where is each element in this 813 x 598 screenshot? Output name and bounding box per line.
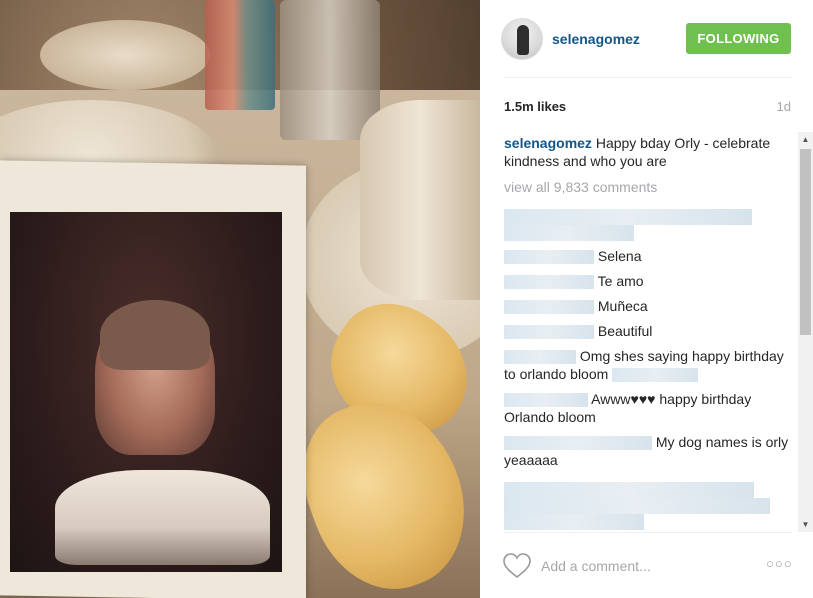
avatar-figure <box>517 25 529 55</box>
photo-glass <box>280 0 380 140</box>
scroll-up-arrow-icon[interactable]: ▲ <box>798 132 813 147</box>
blurred-username[interactable] <box>504 350 576 365</box>
list-item: Beautiful <box>504 322 652 340</box>
likes-count[interactable]: 1.5m likes <box>504 99 566 114</box>
username-link[interactable]: selenagomez <box>552 31 640 47</box>
scroll-down-arrow-icon[interactable]: ▼ <box>798 517 813 532</box>
view-all-comments-link[interactable]: view all 9,833 comments <box>504 178 798 196</box>
comment-text: Selena <box>597 248 642 264</box>
avatar[interactable] <box>501 18 543 60</box>
comments-list[interactable]: selenagomez Happy bday Orly - celebrate … <box>504 134 798 530</box>
post-panel: selenagomez FOLLOWING 1.5m likes 1d sele… <box>480 0 813 598</box>
post-header: selenagomez FOLLOWING <box>480 0 813 78</box>
following-button[interactable]: FOLLOWING <box>686 23 791 54</box>
blurred-text <box>504 225 634 242</box>
photo-cup <box>360 100 480 300</box>
comment-text: Beautiful <box>597 323 653 339</box>
list-item: Selena <box>504 247 641 265</box>
list-item <box>504 512 644 530</box>
comment-text: Te amo <box>597 273 644 289</box>
blurred-username[interactable] <box>504 250 594 265</box>
add-comment-input[interactable] <box>541 555 751 577</box>
caption-username[interactable]: selenagomez <box>504 135 592 151</box>
heart-icon[interactable] <box>503 553 531 579</box>
post-footer: ○○○ <box>480 532 813 598</box>
list-item: Omg shes saying happy birthday to orland… <box>504 347 794 383</box>
blurred-mention[interactable] <box>612 368 699 383</box>
list-item: Awww♥♥♥ happy birthday Orlando bloom <box>504 390 794 426</box>
list-item <box>504 223 634 242</box>
list-item: Muñeca <box>504 297 648 315</box>
photo-glass <box>205 0 275 110</box>
more-options-icon[interactable]: ○○○ <box>766 556 793 571</box>
list-item: Te amo <box>504 272 644 290</box>
blurred-text <box>504 514 644 530</box>
photo-bowl <box>40 20 210 90</box>
caption: selenagomez Happy bday Orly - celebrate … <box>504 134 798 170</box>
comment-text: Muñeca <box>597 298 648 314</box>
comments-scrollbar[interactable]: ▲ ▼ <box>798 132 813 532</box>
scroll-thumb[interactable] <box>800 149 811 335</box>
photo-hair <box>100 300 210 370</box>
post-photo[interactable] <box>0 0 480 598</box>
blurred-username[interactable] <box>504 436 652 451</box>
blurred-username[interactable] <box>504 393 588 408</box>
post-time[interactable]: 1d <box>777 99 791 114</box>
photo-cake <box>55 470 270 565</box>
blurred-username[interactable] <box>504 300 594 315</box>
list-item: My dog names is orly yeaaaaa <box>504 433 794 469</box>
blurred-username[interactable] <box>504 325 594 340</box>
header-divider <box>504 77 792 78</box>
blurred-username[interactable] <box>504 275 594 290</box>
